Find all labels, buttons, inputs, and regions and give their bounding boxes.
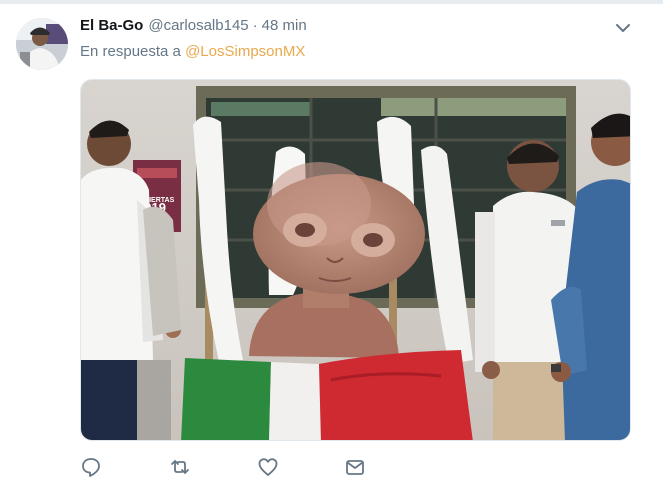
retweet-icon[interactable] (169, 456, 191, 478)
separator-dot: · (252, 17, 258, 34)
display-name[interactable]: El Ba-Go (80, 17, 143, 34)
tweet-header: El Ba-Go @carlosalb145 · 48 min (80, 17, 307, 37)
top-divider (0, 0, 663, 4)
envelope-icon[interactable] (344, 456, 366, 478)
reply-prefix: En respuesta a (80, 43, 181, 60)
tweet-media[interactable]: ABIERTAS 2019 (80, 79, 631, 441)
chevron-down-icon[interactable] (613, 18, 633, 38)
timestamp[interactable]: 48 min (262, 17, 307, 34)
avatar-photo (16, 18, 68, 70)
heart-icon[interactable] (257, 456, 279, 478)
reply-icon[interactable] (80, 456, 102, 478)
reply-context: En respuesta a @LosSimpsonMX (80, 43, 305, 60)
reply-mention-link[interactable]: @LosSimpsonMX (185, 43, 305, 60)
avatar[interactable] (16, 18, 68, 70)
media-photo: ABIERTAS 2019 (81, 80, 630, 440)
user-handle[interactable]: @carlosalb145 (148, 17, 248, 34)
tweet-action-bar (80, 456, 380, 480)
